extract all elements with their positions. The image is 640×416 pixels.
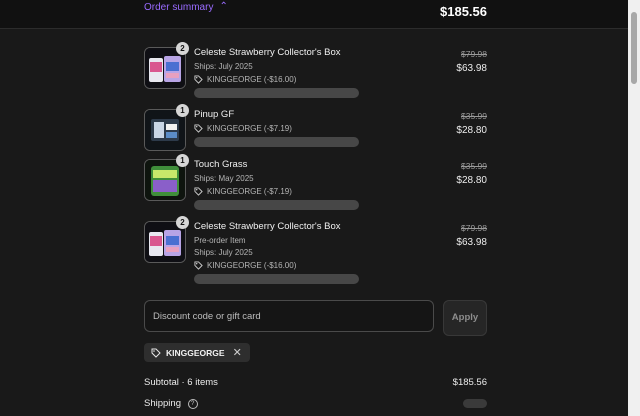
subtotal-row: Subtotal · 6 items $185.56 <box>144 377 487 388</box>
close-icon[interactable]: ✕ <box>233 346 242 359</box>
product-name: Touch Grass <box>194 159 248 170</box>
tag-icon <box>194 261 203 270</box>
loading-placeholder-bar <box>194 200 359 210</box>
discounted-price: $28.80 <box>456 125 487 136</box>
apply-button[interactable]: Apply <box>443 300 487 336</box>
discount-code-text: KINGGEORGE (-$7.19) <box>207 124 292 133</box>
discount-line: KINGGEORGE (-$7.19) <box>194 187 424 196</box>
quantity-badge: 1 <box>176 154 189 167</box>
order-summary-toggle[interactable]: Order summary ⌃ <box>144 0 228 14</box>
discount-line: KINGGEORGE (-$16.00) <box>194 261 424 270</box>
product-name: Pinup GF <box>194 109 235 120</box>
tag-icon <box>194 124 203 133</box>
product-name: Celeste Strawberry Collector's Box <box>194 221 341 232</box>
scrollbar-thumb[interactable] <box>631 12 637 84</box>
shipping-label: Shipping <box>144 398 181 409</box>
quantity-badge: 2 <box>176 216 189 229</box>
quantity-badge: 2 <box>176 42 189 55</box>
header-total: $185.56 <box>440 4 487 19</box>
product-name: Celeste Strawberry Collector's Box <box>194 47 341 58</box>
discount-form: Apply <box>144 300 487 336</box>
discount-line: KINGGEORGE (-$7.19) <box>194 124 424 133</box>
discount-code-input[interactable] <box>144 300 434 332</box>
line-item: 1 Touch Grass Ships: May 2025 KINGGEORGE… <box>144 154 487 211</box>
discounted-price: $63.98 <box>456 63 487 74</box>
order-summary-label: Order summary <box>144 1 214 13</box>
applied-code-text: KINGGEORGE <box>166 347 225 358</box>
preorder-label: Pre-order Item <box>194 236 246 245</box>
chevron-up-icon: ⌃ <box>219 1 228 12</box>
ship-date: Ships: July 2025 <box>194 62 253 71</box>
discount-code-text: KINGGEORGE (-$16.00) <box>207 261 297 270</box>
scrollbar[interactable] <box>628 0 640 416</box>
applied-discount-chip: KINGGEORGE ✕ <box>144 343 250 362</box>
loading-placeholder-bar <box>194 88 359 98</box>
original-price: $35.99 <box>461 111 487 121</box>
discounted-price: $63.98 <box>456 237 487 248</box>
ship-date: Ships: May 2025 <box>194 174 254 183</box>
subtotal-label: Subtotal · 6 items <box>144 377 218 388</box>
line-item: 1 Pinup GF KINGGEORGE (-$7.19) $35.99 $2… <box>144 104 487 151</box>
line-item: 2 Celeste Strawberry Collector's Box Shi… <box>144 42 487 99</box>
tag-icon <box>194 187 203 196</box>
loading-placeholder-bar <box>194 274 359 284</box>
original-price: $79.98 <box>461 223 487 233</box>
ship-date: Ships: July 2025 <box>194 248 253 257</box>
order-summary-header: Order summary ⌃ $185.56 <box>0 0 628 29</box>
quantity-badge: 1 <box>176 104 189 117</box>
original-price: $35.99 <box>461 161 487 171</box>
loading-placeholder-bar <box>194 137 359 147</box>
shipping-row: Shipping ? <box>144 398 487 409</box>
discounted-price: $28.80 <box>456 175 487 186</box>
original-price: $79.98 <box>461 49 487 59</box>
shipping-loading-placeholder <box>463 399 487 408</box>
discount-code-text: KINGGEORGE (-$7.19) <box>207 187 292 196</box>
line-item: 2 Celeste Strawberry Collector's Box Pre… <box>144 216 487 285</box>
tag-icon <box>151 348 161 358</box>
subtotal-value: $185.56 <box>452 377 487 388</box>
tag-icon <box>194 75 203 84</box>
discount-code-text: KINGGEORGE (-$16.00) <box>207 75 297 84</box>
help-icon[interactable]: ? <box>187 399 198 409</box>
discount-line: KINGGEORGE (-$16.00) <box>194 75 424 84</box>
